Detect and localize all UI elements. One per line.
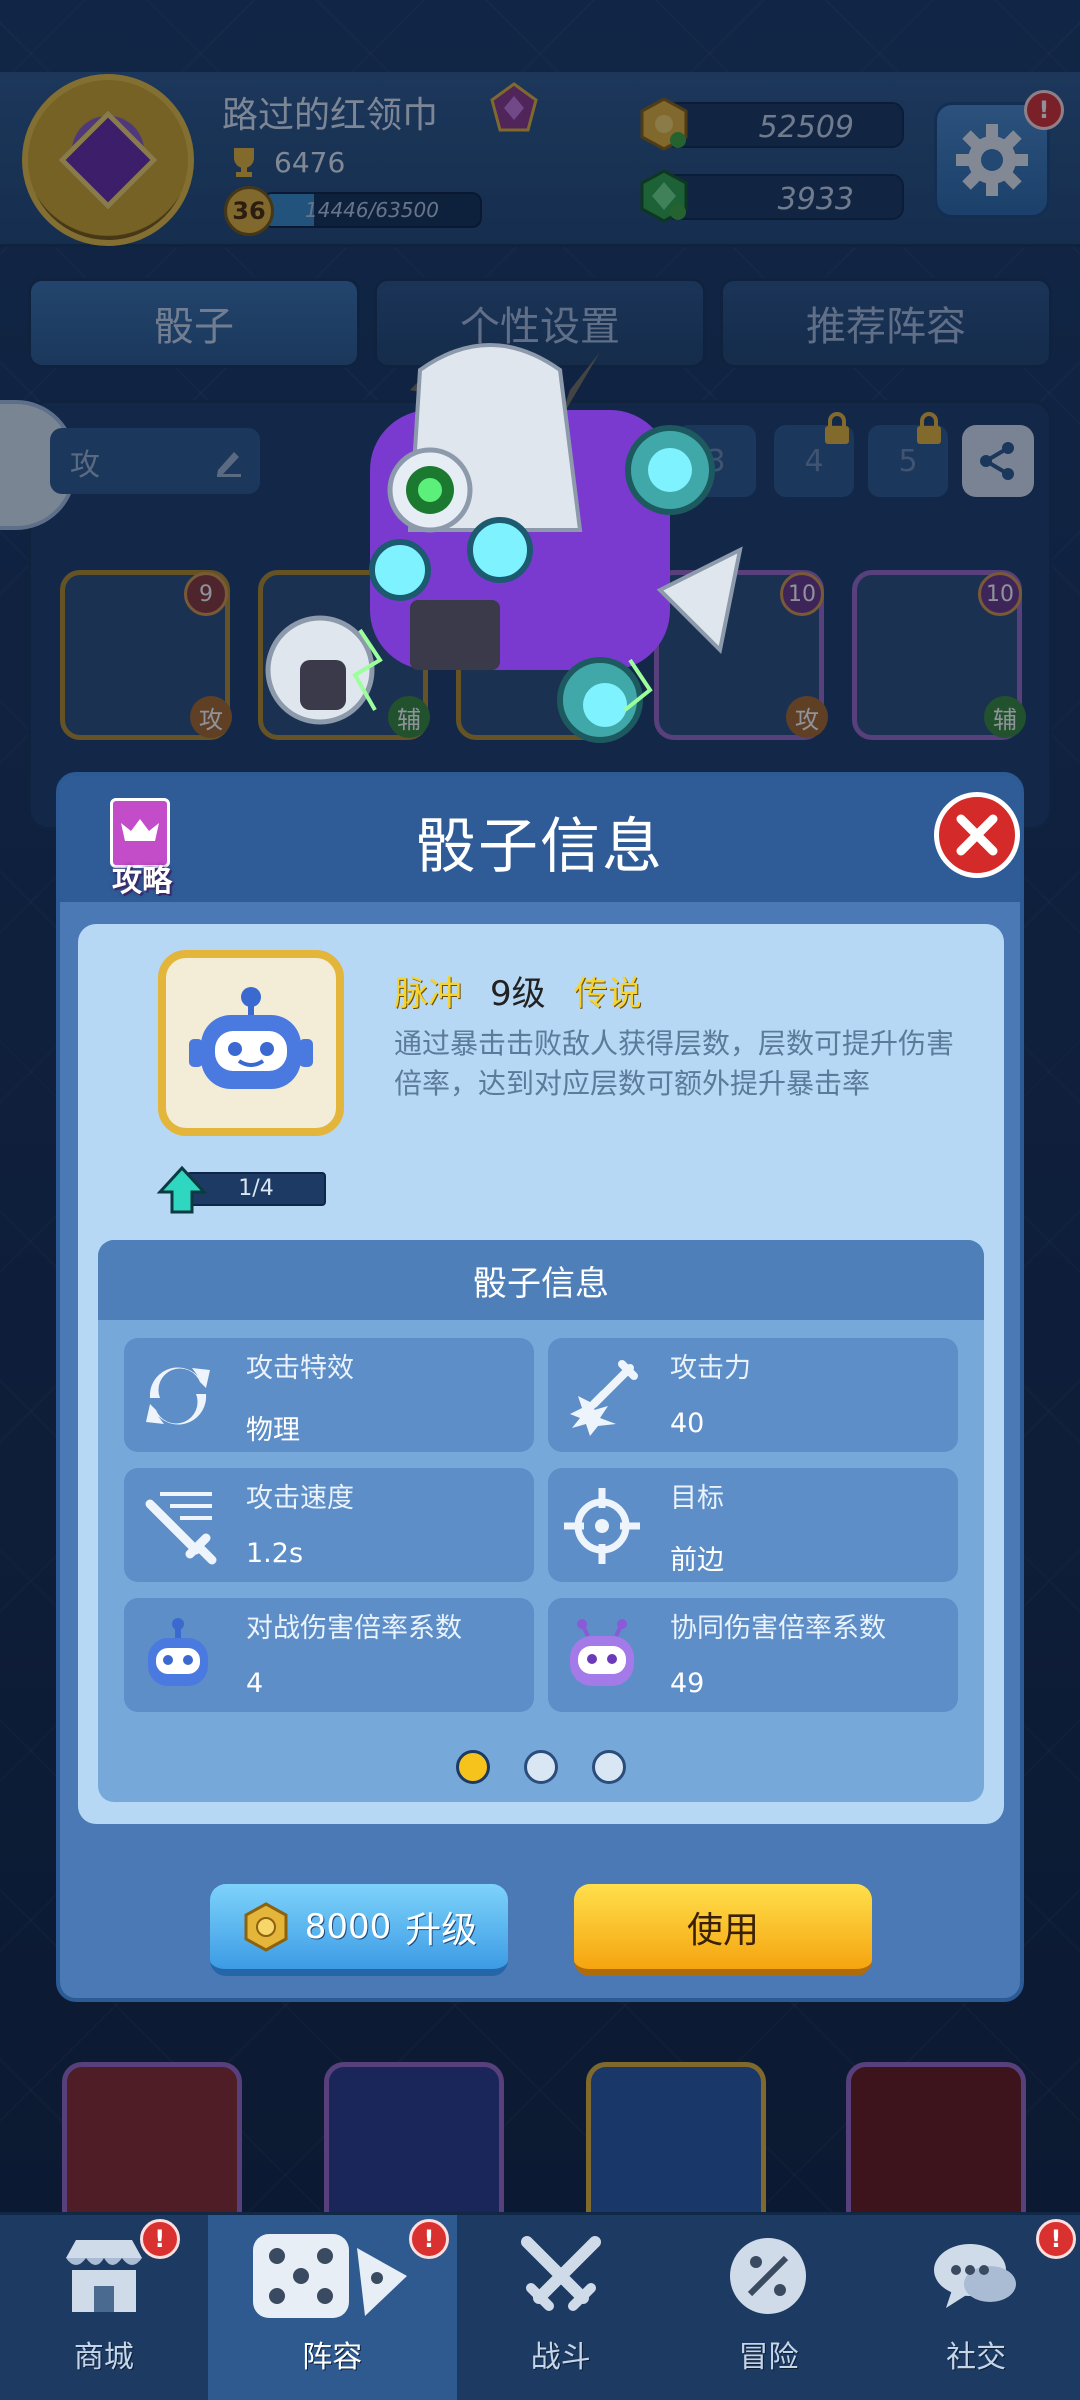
stats-panel-title: 骰子信息 (98, 1240, 984, 1320)
stat-label: 攻击速度 (246, 1483, 354, 1514)
nav-battle[interactable]: 战斗 (457, 2215, 665, 2400)
nav-label: 冒险 (738, 2340, 799, 2375)
stat-label: 对战伤害倍率系数 (246, 1613, 462, 1644)
stat-value: 前边 (670, 1545, 724, 1576)
stat-value: 40 (670, 1408, 705, 1439)
stat-label: 目标 (670, 1483, 724, 1514)
close-icon (956, 814, 998, 856)
stat-value: 49 (670, 1668, 705, 1699)
chat-icon (934, 2244, 1017, 2308)
close-button[interactable] (934, 792, 1020, 878)
dice-rarity: 传说 (573, 974, 642, 1014)
nav-lineup[interactable]: 阵容 ! (207, 2215, 457, 2400)
page-indicator (98, 1750, 984, 1784)
gold-coin-icon (244, 1901, 288, 1952)
stats-panel: 骰子信息 攻击特效 物理 攻击力 40 攻击速度 1.2s 目标 前边 对战伤害… (98, 1240, 984, 1802)
pulse-dice-icon (158, 950, 344, 1136)
page-dot[interactable] (524, 1750, 558, 1784)
speed-sword-icon (145, 1492, 217, 1565)
dice-description: 通过暴击击败敌人获得层数，层数可提升伤害倍率，达到对应层数可额外提升暴击率 (394, 1027, 955, 1100)
stat-value: 物理 (246, 1415, 300, 1446)
social-notification-badge: ! (1035, 2219, 1076, 2259)
stat-label: 攻击力 (670, 1353, 751, 1384)
dice-level: 9级 (490, 974, 546, 1014)
use-button[interactable]: 使用 (574, 1884, 872, 1976)
stat-value: 4 (246, 1668, 264, 1699)
dice-name: 脉冲 (394, 974, 462, 1014)
dice-info-dialog: 攻略 骰子信息 1/4 脉冲 9级 传说 通过暴击击败敌人获得层数，层数可提升伤… (56, 772, 1024, 2002)
compass-icon (730, 2238, 807, 2314)
swap-arrows-icon (146, 1367, 210, 1425)
shop-notification-badge: ! (139, 2219, 180, 2259)
dialog-title: 骰子信息 (416, 812, 664, 882)
page-dot[interactable] (592, 1750, 626, 1784)
crosshair-icon (564, 1488, 640, 1564)
nav-label: 商城 (73, 2340, 134, 2375)
stat-battle-multiplier: 对战伤害倍率系数 4 (124, 1598, 534, 1712)
dice-icon (253, 2234, 408, 2318)
nav-label: 社交 (946, 2340, 1007, 2375)
stat-attack-effect: 攻击特效 物理 (124, 1338, 534, 1452)
upgrade-arrow-icon (156, 1165, 208, 1214)
nav-adventure[interactable]: 冒险 (665, 2215, 873, 2400)
stat-target: 目标 前边 (548, 1468, 958, 1582)
stat-label: 攻击特效 (246, 1353, 354, 1384)
nav-social[interactable]: 社交 ! (872, 2215, 1080, 2400)
stack-progress-text: 1/4 (238, 1176, 274, 1201)
nav-shop[interactable]: 商城 ! (0, 2215, 208, 2400)
sword-burst-icon (570, 1360, 638, 1436)
nav-label: 阵容 (302, 2340, 363, 2375)
shop-icon (65, 2240, 142, 2312)
crossed-swords-icon (520, 2236, 601, 2311)
stat-label: 协同伤害倍率系数 (670, 1613, 886, 1644)
stat-attack-speed: 攻击速度 1.2s (124, 1468, 534, 1582)
upgrade-button[interactable]: 8000 升级 (210, 1884, 508, 1976)
stat-attack-power: 攻击力 40 (548, 1338, 958, 1452)
dice-info-panel: 1/4 脉冲 9级 传说 通过暴击击败敌人获得层数，层数可提升伤害倍率，达到对应… (78, 924, 1004, 1824)
upgrade-label: 升级 (405, 1909, 478, 1951)
dialog-header: 攻略 骰子信息 (60, 776, 1020, 902)
bottom-nav: 商城 ! 阵容 ! 战斗 冒险 社交 ! (0, 2212, 1080, 2400)
robot-character (265, 343, 743, 743)
stat-value: 1.2s (246, 1538, 304, 1569)
dice-title-row: 脉冲 9级 传说 (394, 966, 642, 1015)
stat-synergy-multiplier: 协同伤害倍率系数 49 (548, 1598, 958, 1712)
robot-blue-icon (148, 1618, 208, 1686)
page-dot[interactable] (456, 1750, 490, 1784)
upgrade-cost: 8000 (304, 1906, 392, 1947)
lineup-notification-badge: ! (408, 2219, 449, 2259)
robot-purple-icon (570, 1619, 634, 1686)
nav-label: 战斗 (530, 2340, 591, 2375)
